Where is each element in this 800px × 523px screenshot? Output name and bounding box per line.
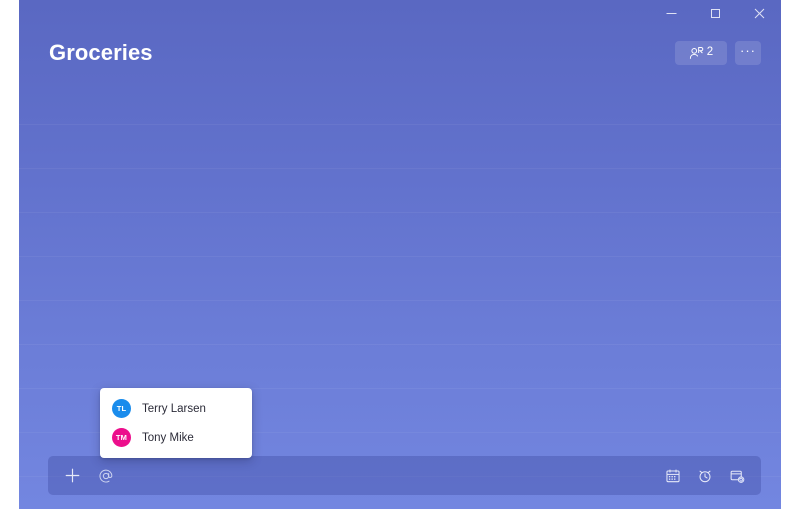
add-person-icon: [689, 46, 703, 59]
plus-icon: [65, 468, 79, 483]
list-item[interactable]: TM Tony Mike: [100, 423, 252, 452]
add-item-button[interactable]: [58, 462, 86, 490]
close-icon: [754, 8, 764, 18]
at-mention-icon: [99, 469, 113, 482]
window-close-button[interactable]: [737, 0, 781, 26]
reminder-button[interactable]: [691, 462, 719, 490]
more-options-button[interactable]: ···: [735, 41, 761, 65]
due-date-button[interactable]: [659, 462, 687, 490]
mention-button[interactable]: [92, 462, 120, 490]
window-minimize-button[interactable]: [649, 0, 693, 26]
more-horizontal-icon: ···: [740, 42, 756, 58]
members-count: 2: [706, 46, 714, 59]
toolbar-left-actions: [58, 462, 120, 490]
compose-toolbar: [48, 456, 761, 495]
minimize-icon: [666, 12, 676, 14]
task-row-divider: [19, 344, 781, 345]
task-row-divider: [19, 168, 781, 169]
window-titlebar: [19, 0, 781, 26]
repeat-button[interactable]: [723, 462, 751, 490]
avatar: TL: [112, 399, 131, 418]
members-button[interactable]: 2: [675, 41, 727, 65]
task-row-divider: [19, 300, 781, 301]
header-actions: 2 ···: [675, 41, 761, 65]
member-name: Terry Larsen: [142, 402, 206, 415]
list-item[interactable]: TL Terry Larsen: [100, 394, 252, 423]
task-row-divider: [19, 124, 781, 125]
avatar: TM: [112, 428, 131, 447]
member-name: Tony Mike: [142, 431, 194, 444]
page-title: Groceries: [49, 40, 153, 65]
calendar-icon: [666, 468, 680, 482]
alarm-clock-icon: [699, 470, 711, 482]
task-row-divider: [19, 256, 781, 257]
restore-icon: [710, 8, 720, 18]
members-popup: TL Terry Larsen TM Tony Mike: [100, 388, 252, 458]
window-maximize-button[interactable]: [693, 0, 737, 26]
task-row-divider: [19, 212, 781, 213]
app-window: Groceries 2 ··· TL Terry Larsen TM Tony: [19, 0, 781, 509]
app-header: Groceries 2 ···: [19, 26, 781, 80]
toolbar-right-actions: [659, 462, 751, 490]
repeat-icon: [730, 470, 745, 483]
